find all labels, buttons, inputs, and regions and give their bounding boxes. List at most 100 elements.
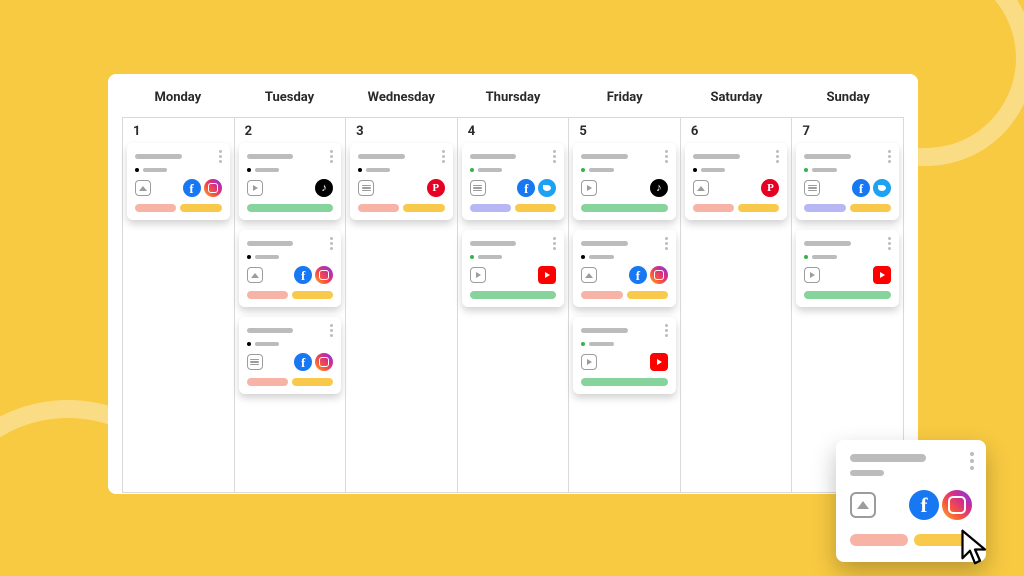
text-post-icon [247,354,263,370]
twitter-icon [873,179,891,197]
card-menu-icon[interactable] [442,150,445,163]
tag-pill [581,291,622,299]
post-card[interactable] [573,230,676,307]
subtitle-placeholder [255,255,279,259]
status-dot [247,342,251,346]
card-menu-icon[interactable] [970,452,974,470]
facebook-icon [852,179,870,197]
social-icons [183,179,222,197]
text-post-icon [470,180,486,196]
card-stack [681,143,792,224]
tag-pill [180,204,221,212]
card-stack [458,143,569,311]
status-dot [693,168,697,172]
social-icons [294,353,333,371]
pinterest-icon [427,179,445,197]
card-menu-icon[interactable] [776,150,779,163]
title-placeholder [581,328,628,333]
title-placeholder [470,241,517,246]
post-card[interactable] [573,143,676,220]
text-post-icon [358,180,374,196]
card-menu-icon[interactable] [330,237,333,250]
card-menu-icon[interactable] [330,324,333,337]
card-menu-icon[interactable] [553,150,556,163]
tag-pill [247,378,288,386]
day-header: Monday [122,74,234,117]
tag-pill [247,204,334,212]
tag-pills [247,378,334,386]
post-card[interactable] [796,143,899,220]
card-menu-icon[interactable] [888,237,891,250]
post-card[interactable] [462,230,565,307]
post-card[interactable] [127,143,230,220]
day-header: Wednesday [345,74,457,117]
subtitle-placeholder [812,168,836,172]
tag-pill [850,204,891,212]
card-menu-icon[interactable] [665,237,668,250]
tag-pill [292,378,333,386]
tag-pill [358,204,399,212]
post-card[interactable] [462,143,565,220]
social-icons [650,179,668,197]
day-cell[interactable]: 5 [568,117,680,493]
subtitle-placeholder [701,168,725,172]
instagram-icon [942,490,972,520]
title-placeholder [470,154,517,159]
social-icons [315,179,333,197]
tag-pills [804,291,891,299]
day-cell[interactable]: 2 [234,117,346,493]
subtitle-placeholder [255,342,279,346]
post-card[interactable] [685,143,788,220]
image-post-icon [850,492,876,518]
card-menu-icon[interactable] [665,150,668,163]
card-menu-icon[interactable] [219,150,222,163]
image-post-icon [693,180,709,196]
tag-pills [581,378,668,386]
post-card[interactable] [239,317,342,394]
facebook-icon [517,179,535,197]
tag-pill [247,291,288,299]
post-card[interactable] [239,230,342,307]
tag-pills [581,204,668,212]
status-dot [470,168,474,172]
post-card[interactable] [796,230,899,307]
card-stack [123,143,234,224]
post-card[interactable] [239,143,342,220]
subtitle-placeholder [478,255,502,259]
tag-pills [804,204,891,212]
facebook-icon [183,179,201,197]
card-menu-icon[interactable] [665,324,668,337]
post-card[interactable] [350,143,453,220]
date-number: 2 [235,118,346,143]
card-menu-icon[interactable] [553,237,556,250]
status-dot [581,168,585,172]
card-menu-icon[interactable] [330,150,333,163]
status-dot [247,168,251,172]
title-placeholder [247,328,294,333]
social-icons [427,179,445,197]
day-cell[interactable]: 1 [122,117,234,493]
day-cell[interactable]: 7 [791,117,904,493]
subtitle-placeholder [143,168,167,172]
title-placeholder [581,241,628,246]
date-number: 4 [458,118,569,143]
post-card[interactable] [573,317,676,394]
tag-pills [247,291,334,299]
tag-pill [470,204,511,212]
title-placeholder [850,454,926,462]
instagram-icon [315,266,333,284]
date-number: 5 [569,118,680,143]
card-menu-icon[interactable] [888,150,891,163]
tag-pill [292,291,333,299]
day-cell[interactable]: 4 [457,117,569,493]
status-dot [135,168,139,172]
title-placeholder [135,154,182,159]
day-cell[interactable]: 6 [680,117,792,493]
social-icons [852,179,891,197]
youtube-icon [650,353,668,371]
twitter-icon [538,179,556,197]
tag-pill [693,204,734,212]
day-cell[interactable]: 3 [345,117,457,493]
subtitle-placeholder [366,168,390,172]
floating-post-card[interactable] [836,440,986,562]
